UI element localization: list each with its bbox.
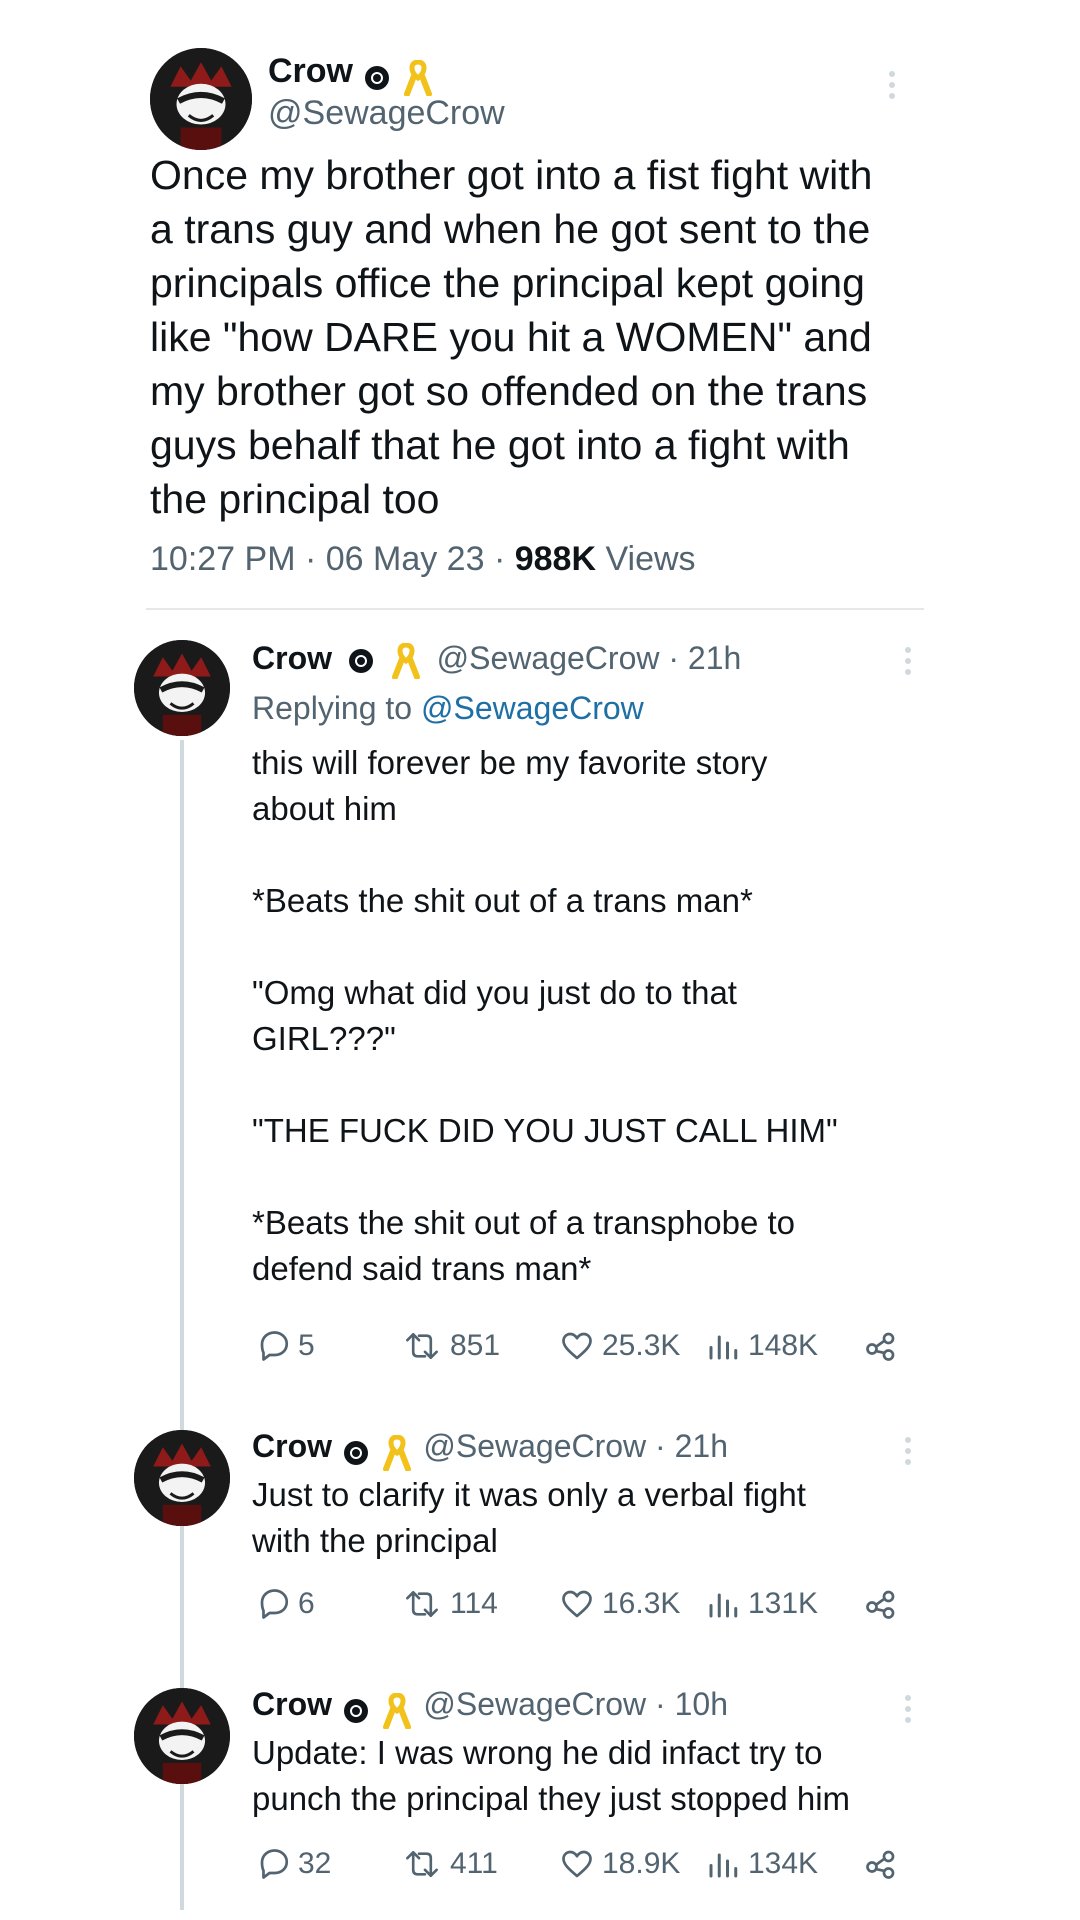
retweet-count: 851 bbox=[450, 1329, 501, 1362]
avatar-image bbox=[134, 640, 230, 736]
share-button[interactable] bbox=[862, 1586, 900, 1622]
avatar[interactable] bbox=[150, 48, 252, 150]
retweet-button[interactable]: 114 bbox=[400, 1586, 498, 1622]
more-options-icon[interactable] bbox=[903, 1432, 913, 1470]
replying-to-link[interactable]: @SewageCrow bbox=[421, 690, 644, 726]
analytics-icon bbox=[709, 1853, 738, 1878]
tweet-text-line: the principal too bbox=[150, 476, 440, 522]
replying-to-label: Replying to bbox=[252, 690, 421, 726]
verified-badge-icon bbox=[344, 1440, 369, 1465]
avatar[interactable] bbox=[134, 640, 230, 736]
reply-handle-time[interactable]: @SewageCrow · 21h bbox=[437, 640, 742, 676]
view-count: 988K bbox=[514, 540, 597, 578]
comment-icon bbox=[260, 1589, 289, 1619]
tweet-text-line: my brother got so offended on the trans bbox=[150, 368, 868, 414]
reply-button[interactable]: 5 bbox=[256, 1328, 315, 1364]
view-count: 134K bbox=[748, 1847, 819, 1880]
tweet-text-line: a trans guy and when he got sent to the bbox=[150, 206, 871, 252]
author-handle[interactable]: @SewageCrow bbox=[268, 94, 505, 133]
verified-badge-icon bbox=[365, 65, 390, 90]
analytics-icon bbox=[709, 1593, 738, 1618]
like-button[interactable]: 16.3K bbox=[558, 1586, 680, 1622]
avatar-image bbox=[134, 1688, 230, 1784]
ribbon-icon bbox=[382, 1434, 411, 1471]
reply-handle-time[interactable]: @SewageCrow · 21h bbox=[423, 1428, 728, 1464]
avatar-image bbox=[150, 48, 252, 150]
analytics-icon bbox=[709, 1335, 738, 1360]
reply-button[interactable]: 6 bbox=[256, 1586, 315, 1622]
reply-author-name[interactable]: Crow bbox=[252, 1428, 332, 1464]
avatar-image bbox=[134, 1430, 230, 1526]
ribbon-icon bbox=[391, 642, 420, 679]
retweet-button[interactable]: 411 bbox=[400, 1846, 498, 1882]
ribbon-icon bbox=[382, 1692, 411, 1729]
tweet-timestamp[interactable]: 10:27 PM · 06 May 23 · bbox=[150, 540, 515, 578]
verified-badge-icon bbox=[344, 1698, 369, 1723]
share-icon bbox=[866, 1332, 895, 1361]
reply-handle-time[interactable]: @SewageCrow · 10h bbox=[423, 1686, 728, 1722]
tweet-text-line: like "how DARE you hit a WOMEN" and bbox=[150, 314, 872, 360]
reply-count: 32 bbox=[298, 1847, 332, 1880]
reply-count: 5 bbox=[298, 1329, 315, 1362]
retweet-icon bbox=[406, 1590, 438, 1618]
comment-icon bbox=[260, 1331, 289, 1361]
retweet-count: 114 bbox=[450, 1587, 498, 1620]
tweet-text-line: principals office the principal kept goi… bbox=[150, 260, 865, 306]
heart-icon bbox=[562, 1332, 592, 1360]
tweet-meta: 10:27 PM · 06 May 23 · 988K Views bbox=[150, 540, 696, 579]
share-button[interactable] bbox=[862, 1846, 900, 1882]
tweet-text: Once my brother got into a fist fight wi… bbox=[150, 148, 950, 526]
author-name[interactable]: Crow bbox=[268, 52, 353, 90]
like-button[interactable]: 18.9K bbox=[558, 1846, 680, 1882]
views-button[interactable]: 134K bbox=[704, 1846, 818, 1882]
share-button[interactable] bbox=[862, 1328, 900, 1364]
retweet-icon bbox=[406, 1332, 438, 1360]
like-count: 18.9K bbox=[602, 1847, 681, 1880]
ribbon-icon bbox=[403, 59, 432, 96]
avatar[interactable] bbox=[134, 1430, 230, 1526]
heart-icon bbox=[562, 1850, 592, 1878]
view-count: 148K bbox=[748, 1329, 819, 1362]
reply-text: Update: I was wrong he did infact try to… bbox=[252, 1734, 851, 1817]
action-bar: 6 114 16.3K 131K bbox=[252, 1586, 912, 1634]
more-options-icon[interactable] bbox=[903, 1690, 913, 1728]
reply-button[interactable]: 32 bbox=[256, 1846, 331, 1882]
like-button[interactable]: 25.3K bbox=[558, 1328, 680, 1364]
retweet-icon bbox=[406, 1850, 438, 1878]
retweet-button[interactable]: 851 bbox=[400, 1328, 500, 1364]
views-button[interactable]: 148K bbox=[704, 1328, 818, 1364]
reply-count: 6 bbox=[298, 1587, 315, 1620]
share-icon bbox=[866, 1590, 895, 1619]
reply-text: Just to clarify it was only a verbal fig… bbox=[252, 1476, 806, 1559]
verified-badge-icon bbox=[348, 648, 373, 673]
more-options-icon[interactable] bbox=[903, 642, 913, 680]
reply-author-name[interactable]: Crow bbox=[252, 640, 332, 676]
tweet-text-line: guys behalf that he got into a fight wit… bbox=[150, 422, 850, 468]
action-bar: 5 851 25.3K 148K bbox=[252, 1328, 912, 1376]
view-count: 131K bbox=[748, 1587, 819, 1620]
heart-icon bbox=[562, 1590, 592, 1618]
views-label: Views bbox=[596, 540, 696, 578]
comment-icon bbox=[260, 1849, 289, 1879]
tweet-text-line: Once my brother got into a fist fight wi… bbox=[150, 152, 873, 198]
action-bar: 32 411 18.9K 134K bbox=[252, 1846, 912, 1894]
reply-text: this will forever be my favorite story a… bbox=[252, 744, 838, 1287]
reply-author-name[interactable]: Crow bbox=[252, 1686, 332, 1722]
avatar[interactable] bbox=[134, 1688, 230, 1784]
divider bbox=[146, 608, 924, 610]
views-button[interactable]: 131K bbox=[704, 1586, 818, 1622]
like-count: 16.3K bbox=[602, 1587, 681, 1620]
retweet-count: 411 bbox=[450, 1847, 498, 1880]
like-count: 25.3K bbox=[602, 1329, 681, 1362]
share-icon bbox=[866, 1850, 895, 1879]
more-options-icon[interactable] bbox=[887, 66, 897, 104]
